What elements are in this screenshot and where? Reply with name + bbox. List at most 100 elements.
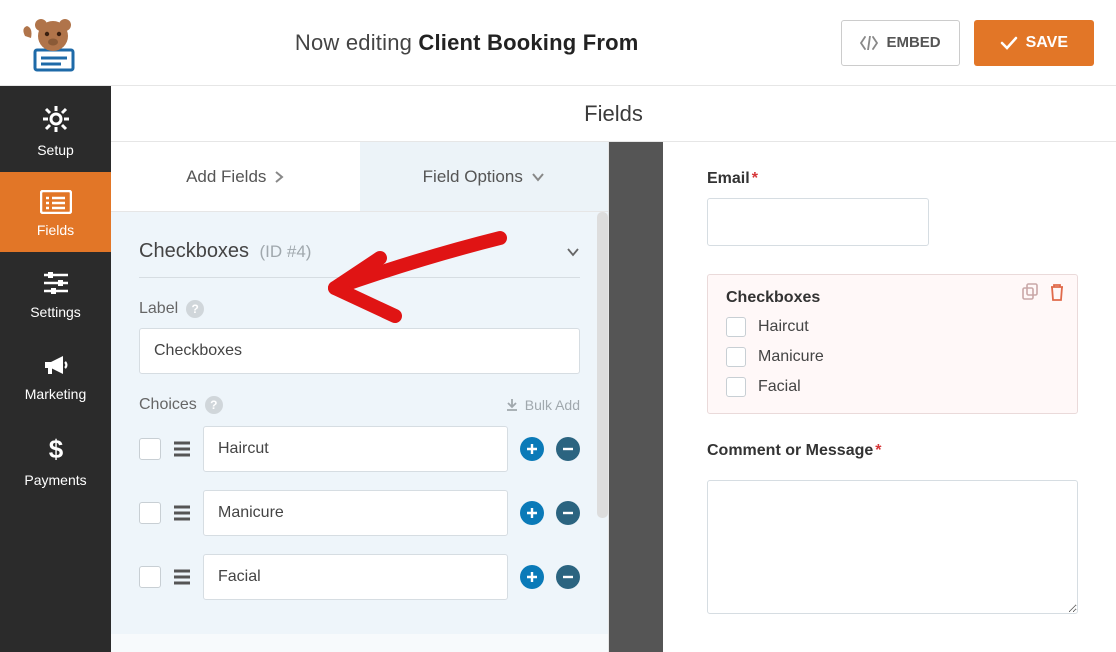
remove-choice-button[interactable]	[556, 565, 580, 589]
scrollbar[interactable]	[597, 212, 608, 518]
preview-checkbox-option[interactable]: Manicure	[726, 347, 1059, 367]
svg-text:$: $	[48, 434, 63, 464]
sidebar-item-marketing[interactable]: Marketing	[0, 334, 111, 416]
preview-checkbox-option[interactable]: Haircut	[726, 317, 1059, 337]
tab-label: Field Options	[423, 167, 523, 187]
title-prefix: Now editing	[295, 30, 412, 55]
message-textarea[interactable]	[707, 480, 1078, 614]
title-form-name: Client Booking From	[418, 30, 638, 55]
field-type-name: Checkboxes	[139, 240, 249, 262]
field-row-actions	[1021, 283, 1065, 301]
remove-choice-button[interactable]	[556, 501, 580, 525]
duplicate-icon[interactable]	[1021, 283, 1039, 301]
choice-row	[139, 426, 580, 472]
help-icon[interactable]: ?	[205, 396, 223, 414]
choice-default-checkbox[interactable]	[139, 438, 161, 460]
label-choices: Choices ?	[139, 396, 223, 414]
checkbox-icon	[726, 377, 746, 397]
sidebar-item-label: Payments	[24, 472, 86, 488]
panel-body: Checkboxes (ID #4) Label ? Choices	[111, 212, 608, 634]
panel-tabs: Add Fields Field Options	[111, 142, 608, 212]
choice-default-checkbox[interactable]	[139, 566, 161, 588]
drag-handle-icon[interactable]	[173, 569, 191, 585]
remove-choice-button[interactable]	[556, 437, 580, 461]
bulk-add-link[interactable]: Bulk Add	[505, 397, 580, 413]
page-title: Now editing Client Booking From	[92, 30, 841, 56]
preview-field-checkboxes[interactable]: Checkboxes Haircut Manicure Facial	[707, 274, 1078, 414]
dollar-icon: $	[46, 434, 66, 464]
preview-label: Comment or Message*	[707, 442, 1078, 460]
tab-field-options[interactable]: Field Options	[360, 142, 609, 212]
preview-checkbox-option[interactable]: Facial	[726, 377, 1059, 397]
choice-row	[139, 490, 580, 536]
field-panel: Add Fields Field Options Checkboxes (ID …	[111, 142, 609, 652]
sidebar-item-setup[interactable]: Setup	[0, 86, 111, 172]
download-icon	[505, 398, 519, 412]
top-actions: EMBED SAVE	[841, 20, 1094, 66]
email-input[interactable]	[707, 198, 929, 246]
option-label: Facial	[758, 378, 801, 396]
choice-default-checkbox[interactable]	[139, 502, 161, 524]
list-icon	[40, 190, 72, 214]
sidebar-item-label: Fields	[37, 222, 74, 238]
checkbox-icon	[726, 347, 746, 367]
label-field-label: Label ?	[139, 300, 580, 318]
required-asterisk: *	[752, 170, 758, 187]
code-icon	[860, 36, 878, 50]
main-row: Setup Fields Settings	[0, 86, 1116, 652]
label-input[interactable]	[139, 328, 580, 374]
editor-row: Add Fields Field Options Checkboxes (ID …	[111, 142, 1116, 652]
preview-gutter	[609, 142, 663, 652]
option-label: Manicure	[758, 348, 824, 366]
embed-button-label: EMBED	[886, 34, 940, 51]
preview-field-email: Email*	[707, 170, 1078, 246]
chevron-down-icon	[566, 247, 580, 257]
tab-add-fields[interactable]: Add Fields	[111, 142, 360, 212]
drag-handle-icon[interactable]	[173, 441, 191, 457]
center-column: Fields Add Fields Field Options	[111, 86, 1116, 652]
preview-label: Email*	[707, 170, 1078, 188]
wpforms-logo-icon	[17, 10, 83, 76]
tab-label: Add Fields	[186, 167, 266, 187]
add-choice-button[interactable]	[520, 501, 544, 525]
save-button[interactable]: SAVE	[974, 20, 1094, 66]
required-asterisk: *	[875, 442, 881, 459]
left-sidebar: Setup Fields Settings	[0, 86, 111, 652]
save-button-label: SAVE	[1026, 34, 1068, 52]
add-choice-button[interactable]	[520, 437, 544, 461]
sidebar-item-payments[interactable]: $ Payments	[0, 416, 111, 502]
trash-icon[interactable]	[1049, 283, 1065, 301]
check-icon	[1000, 36, 1018, 50]
label-text: Label	[139, 300, 178, 318]
choice-row	[139, 554, 580, 600]
gear-icon	[41, 104, 71, 134]
embed-button[interactable]: EMBED	[841, 20, 959, 66]
checkbox-icon	[726, 317, 746, 337]
top-header: Now editing Client Booking From EMBED SA…	[0, 0, 1116, 86]
sidebar-item-label: Marketing	[25, 386, 86, 402]
choice-label-input[interactable]	[203, 554, 508, 600]
option-label: Haircut	[758, 318, 809, 336]
bulk-add-label: Bulk Add	[525, 397, 580, 413]
add-choice-button[interactable]	[520, 565, 544, 589]
preview-field-message: Comment or Message*	[707, 442, 1078, 619]
builder-section-heading: Fields	[111, 86, 1116, 142]
sidebar-item-label: Setup	[37, 142, 74, 158]
sidebar-item-label: Settings	[30, 304, 81, 320]
chevron-right-icon	[274, 170, 284, 184]
sidebar-item-fields[interactable]: Fields	[0, 172, 111, 252]
form-preview: Email* Checkboxes	[663, 142, 1116, 652]
sliders-icon	[41, 270, 71, 296]
label-text: Choices	[139, 396, 197, 414]
field-accordion-header[interactable]: Checkboxes (ID #4)	[139, 240, 580, 278]
logo	[8, 10, 92, 76]
sidebar-item-settings[interactable]: Settings	[0, 252, 111, 334]
choice-label-input[interactable]	[203, 426, 508, 472]
chevron-down-icon	[531, 172, 545, 182]
field-id-tag: (ID #4)	[260, 242, 312, 261]
choice-label-input[interactable]	[203, 490, 508, 536]
preview-label: Checkboxes	[726, 289, 1059, 307]
help-icon[interactable]: ?	[186, 300, 204, 318]
bullhorn-icon	[41, 352, 71, 378]
drag-handle-icon[interactable]	[173, 505, 191, 521]
